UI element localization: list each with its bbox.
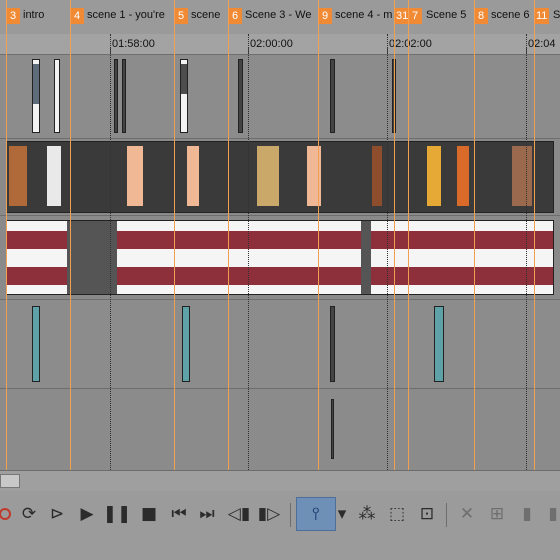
grid-line (248, 34, 249, 470)
marker-4-label: scene 1 - you're (87, 9, 165, 21)
horizontal-scrollbar[interactable] (0, 470, 560, 491)
video-clip[interactable] (182, 306, 190, 382)
split-icon[interactable]: ▮ (514, 501, 540, 527)
marker-line (394, 0, 395, 470)
marker-8[interactable]: 8 (474, 8, 488, 24)
go-to-start-icon[interactable]: ⏮ (166, 501, 192, 527)
marker-line (534, 0, 535, 470)
marker-9[interactable]: 9 (318, 8, 332, 24)
audio-track[interactable] (0, 216, 560, 300)
marker-7[interactable]: 7 (408, 8, 422, 24)
time-ruler[interactable]: 01:58:00 02:00:00 02:02:00 02:04 (0, 34, 560, 55)
ruler-label: 02:02:00 (389, 38, 432, 50)
marker-6-label: Scene 3 - We (245, 9, 312, 21)
go-to-end-icon[interactable]: ⏭ (194, 501, 220, 527)
previous-frame-icon[interactable]: ◁▮ (226, 501, 252, 527)
video-clip[interactable] (122, 59, 126, 133)
video-clip[interactable] (180, 59, 188, 133)
marker-8-label: scene 6 (491, 9, 530, 21)
delete-icon[interactable]: ✕ (454, 501, 480, 527)
grid-line (110, 34, 111, 470)
chevron-down-icon[interactable]: ▾ (334, 501, 350, 527)
video-track-3[interactable] (0, 300, 560, 389)
marker-line (174, 0, 175, 470)
video-clip[interactable] (54, 59, 60, 133)
toolbar-separator (290, 503, 291, 527)
marker-11[interactable]: 11 (534, 8, 550, 24)
marker-6[interactable]: 6 (228, 8, 242, 24)
video-clip[interactable] (434, 306, 444, 382)
video-clip[interactable] (238, 59, 243, 133)
marker-3[interactable]: 3 (6, 8, 20, 24)
loop-icon[interactable]: ⟳ (16, 501, 42, 527)
audio-clip[interactable] (6, 220, 554, 295)
marker-9-label: scene 4 - m (335, 9, 393, 21)
play-icon[interactable]: ▶ (74, 501, 100, 527)
marker-line (474, 0, 475, 470)
zoom-tool-icon[interactable]: ⊡ (414, 501, 440, 527)
toolbar-separator (446, 503, 447, 527)
marker-7-label: Scene 5 (426, 9, 467, 21)
marker-line (408, 0, 409, 470)
video-clip[interactable] (32, 306, 40, 382)
next-frame-icon[interactable]: ▮▷ (256, 501, 282, 527)
empty-track[interactable] (0, 389, 560, 471)
video-clip[interactable] (331, 399, 334, 459)
marker-4[interactable]: 4 (70, 8, 84, 24)
more-icon[interactable]: ▮ (540, 501, 560, 527)
marker-line (228, 0, 229, 470)
scrollbar-thumb[interactable] (0, 474, 20, 488)
transport-toolbar: ⟳ ⊳ ▶ ❚❚ ■ ⏮ ⏭ ◁▮ ▮▷ ⫯ ▾ ⁂ ⬚ ⊡ ✕ ⊞ ▮ ▮ (0, 491, 560, 560)
video-clip[interactable] (32, 59, 40, 133)
grid-line (387, 34, 388, 470)
video-clip[interactable] (330, 59, 335, 133)
marker-3-label: intro (23, 9, 45, 21)
marker-11-label: S (553, 9, 560, 21)
ruler-label: 02:00:00 (250, 38, 293, 50)
marker-line (6, 0, 7, 470)
trim-icon[interactable]: ⊞ (484, 501, 510, 527)
video-track-2[interactable] (0, 139, 560, 216)
marker-5[interactable]: 5 (174, 8, 188, 24)
ruler-label: 02:04 (528, 38, 556, 50)
video-clip[interactable] (330, 306, 335, 382)
video-track-1[interactable] (0, 55, 560, 139)
marker-5-label: scene (191, 9, 221, 21)
stop-icon[interactable]: ■ (136, 501, 162, 527)
pause-icon[interactable]: ❚❚ (103, 501, 132, 527)
marker-bar[interactable]: 3 intro 4 scene 1 - you're 5 scene 6 Sce… (0, 0, 560, 34)
video-clip-strip[interactable] (6, 141, 554, 213)
normal-edit-tool-icon[interactable]: ⫯ (296, 497, 336, 531)
play-from-start-icon[interactable]: ⊳ (44, 501, 70, 527)
marker-line (318, 0, 319, 470)
video-clip[interactable] (114, 59, 118, 133)
selection-tool-icon[interactable]: ⬚ (384, 501, 410, 527)
grid-line (526, 34, 527, 470)
timeline-tracks[interactable] (0, 55, 560, 471)
marker-line (70, 0, 71, 470)
envelope-tool-icon[interactable]: ⁂ (354, 501, 380, 527)
ruler-label: 01:58:00 (112, 38, 155, 50)
